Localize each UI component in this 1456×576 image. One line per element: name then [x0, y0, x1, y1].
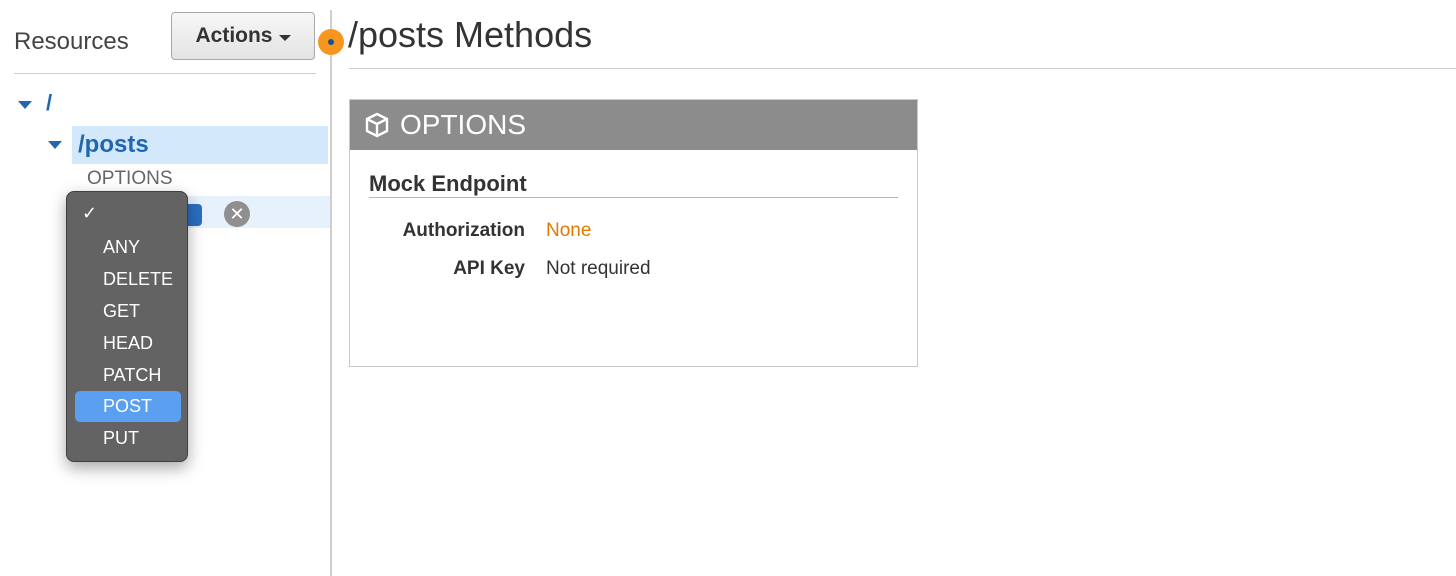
authorization-value: None	[546, 220, 592, 241]
method-name: OPTIONS	[400, 109, 527, 140]
dropdown-item-delete[interactable]: DELETE	[75, 264, 181, 295]
method-card-header: OPTIONS	[350, 100, 917, 150]
resources-title: Resources	[14, 28, 129, 55]
tree-node-root[interactable]: /	[46, 90, 52, 116]
caret-down-icon	[278, 34, 291, 41]
tree-node-options-method[interactable]: OPTIONS	[87, 168, 173, 190]
remove-circle-icon[interactable]: ✕	[224, 201, 250, 227]
checkmark-icon: ✓	[82, 203, 98, 223]
dropdown-item-head[interactable]: HEAD	[75, 328, 181, 359]
tree-node-posts-label: /posts	[78, 131, 149, 158]
expand-caret-icon[interactable]	[18, 101, 32, 109]
dropdown-item-patch[interactable]: PATCH	[75, 360, 181, 391]
actions-button[interactable]: Actions	[171, 12, 315, 60]
divider	[14, 73, 316, 74]
resources-panel: Resources Actions / /posts OPTIONS ✕ ✓ A…	[0, 0, 331, 576]
actions-button-label: Actions	[195, 24, 273, 47]
divider	[369, 197, 898, 198]
panel-splitter[interactable]	[330, 10, 332, 576]
http-method-dropdown[interactable]: ✓ ANY DELETE GET HEAD PATCH POST PUT	[66, 191, 188, 462]
authorization-label: Authorization	[402, 220, 525, 241]
dropdown-item-put[interactable]: PUT	[75, 423, 181, 454]
tree-node-posts[interactable]: /posts	[72, 126, 328, 164]
divider	[349, 68, 1456, 69]
page-title: /posts Methods	[348, 14, 593, 55]
cube-icon	[365, 112, 389, 138]
dropdown-item-any[interactable]: ANY	[75, 232, 181, 263]
dropdown-item-post[interactable]: POST	[75, 391, 181, 422]
api-key-label: API Key	[453, 258, 525, 279]
method-card[interactable]: OPTIONS Mock Endpoint Authorization None…	[349, 99, 918, 367]
expand-caret-icon[interactable]	[48, 141, 62, 149]
api-key-value: Not required	[546, 258, 651, 279]
status-dot-icon	[318, 29, 344, 55]
dropdown-item-get[interactable]: GET	[75, 296, 181, 327]
integration-title: Mock Endpoint	[369, 171, 527, 196]
api-gateway-console: Resources Actions / /posts OPTIONS ✕ ✓ A…	[0, 0, 1456, 576]
